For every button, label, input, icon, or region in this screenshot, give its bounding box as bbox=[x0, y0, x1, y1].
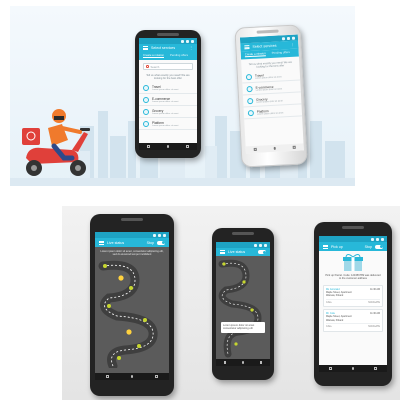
winding-road-map-small bbox=[218, 259, 262, 358]
gift-box-icon bbox=[343, 254, 363, 271]
menu-icon[interactable] bbox=[143, 46, 148, 50]
services-screen-2: Select services ⋮ Create a mission Pendi… bbox=[239, 34, 304, 154]
android-navbar bbox=[139, 143, 197, 150]
back-icon[interactable] bbox=[254, 148, 257, 151]
delivery-card[interactable]: Ms Gonzalez 11:30 AM Maple Street, Apartm… bbox=[323, 284, 383, 308]
navigate-button[interactable]: NAVIGATE bbox=[368, 301, 380, 304]
menu-icon[interactable] bbox=[323, 244, 328, 249]
category-platform[interactable]: Platform Lorem ipsum dolor sit amet bbox=[243, 104, 303, 120]
android-navbar bbox=[245, 143, 304, 154]
cart-icon bbox=[143, 96, 149, 103]
delivery-card[interactable]: Mr. Cole 11:30 AM Maple Street, Apartment… bbox=[323, 309, 383, 332]
android-navbar bbox=[95, 373, 169, 380]
phone-services-right: Select services ⋮ Create a mission Pendi… bbox=[234, 24, 308, 168]
app-title: Select services bbox=[151, 46, 176, 50]
bottom-banner: Live status Stop Lorem ipsum dolor sit a… bbox=[62, 206, 400, 400]
category-ecommerce[interactable]: E-commerce Lorem ipsum dolor sit amet bbox=[139, 94, 197, 107]
basket-icon bbox=[143, 108, 149, 115]
menu-icon[interactable] bbox=[244, 45, 250, 50]
category-grocery[interactable]: Grocery Lorem ipsum dolor sit amet bbox=[139, 106, 197, 119]
app-title: Live status bbox=[228, 250, 246, 254]
phone-track-large: Live status Stop Lorem ipsum dolor sit a… bbox=[90, 214, 174, 396]
basket-icon bbox=[247, 97, 254, 104]
home-icon[interactable] bbox=[166, 145, 170, 148]
recents-icon[interactable] bbox=[186, 145, 189, 148]
status-toggle[interactable] bbox=[157, 240, 165, 245]
delivery-screen: Pick up Stop Pick up Parcel. Code: 12345… bbox=[319, 236, 387, 372]
phone-delivery: Pick up Stop Pick up Parcel. Code: 12345… bbox=[314, 222, 392, 386]
dish-icon bbox=[143, 120, 149, 127]
back-icon[interactable] bbox=[147, 145, 150, 148]
more-icon[interactable]: ⋮ bbox=[291, 43, 295, 47]
tab-create-mission[interactable]: Create a mission bbox=[143, 53, 164, 58]
tab-pending-offers[interactable]: Pending offers bbox=[272, 50, 290, 56]
bike-icon bbox=[245, 73, 253, 80]
dish-icon bbox=[247, 109, 255, 116]
android-navbar bbox=[216, 359, 270, 366]
bike-icon bbox=[143, 84, 149, 91]
call-button[interactable]: CALL bbox=[326, 325, 332, 328]
more-icon[interactable]: ⋮ bbox=[189, 46, 193, 50]
back-icon[interactable] bbox=[329, 367, 332, 370]
recents-icon[interactable] bbox=[155, 375, 158, 378]
cart-icon bbox=[246, 85, 253, 92]
call-button[interactable]: CALL bbox=[326, 301, 332, 304]
app-title: Live status bbox=[107, 240, 125, 245]
services-prompt: Tell us what exactly you need! We are lo… bbox=[146, 74, 190, 81]
top-banner: Select services ⋮ Create a mission Pendi… bbox=[10, 6, 355, 186]
search-input[interactable]: Search bbox=[143, 63, 193, 70]
recents-icon[interactable] bbox=[292, 146, 296, 149]
delivery-message: Pick up Parcel. Code: 123456789 was deli… bbox=[325, 274, 381, 281]
track-screen-small: Live status Lorem ipsum dolor sit amet c… bbox=[216, 242, 270, 366]
home-icon[interactable] bbox=[130, 375, 134, 378]
recents-icon[interactable] bbox=[259, 361, 263, 364]
phone-services-left: Select services ⋮ Create a mission Pendi… bbox=[135, 30, 201, 158]
home-icon[interactable] bbox=[351, 367, 355, 370]
status-toggle[interactable] bbox=[258, 250, 266, 254]
phone-track-small: Live status Lorem ipsum dolor sit amet c… bbox=[212, 228, 274, 380]
app-title: Pick up bbox=[331, 244, 343, 249]
category-platform[interactable]: Platform Lorem ipsum dolor sit amet bbox=[139, 118, 197, 131]
app-title: Select services bbox=[252, 43, 277, 49]
mockup-stage: Select services ⋮ Create a mission Pendi… bbox=[0, 0, 400, 400]
menu-icon[interactable] bbox=[220, 250, 225, 254]
android-navbar bbox=[319, 365, 387, 372]
back-icon[interactable] bbox=[223, 361, 227, 364]
menu-icon[interactable] bbox=[99, 240, 104, 245]
home-icon[interactable] bbox=[241, 361, 245, 364]
track-tooltip: Lorem ipsum dolor sit amet consectetur a… bbox=[221, 322, 265, 333]
winding-road-map bbox=[98, 260, 158, 368]
tab-create-mission[interactable]: Create a mission bbox=[244, 51, 266, 58]
navigate-button[interactable]: NAVIGATE bbox=[368, 325, 380, 328]
category-travel[interactable]: Travel Lorem ipsum dolor sit amet bbox=[139, 82, 197, 95]
toggle-label: Stop bbox=[364, 244, 372, 249]
pin-icon bbox=[146, 65, 149, 68]
status-toggle[interactable] bbox=[375, 244, 383, 249]
scooter-rider-illustration bbox=[22, 109, 90, 176]
back-icon[interactable] bbox=[106, 375, 109, 378]
toggle-label: Stop bbox=[146, 240, 154, 245]
home-icon[interactable] bbox=[273, 147, 277, 150]
tab-pending-offers[interactable]: Pending offers bbox=[170, 53, 188, 58]
services-screen: Select services ⋮ Create a mission Pendi… bbox=[139, 38, 197, 150]
recents-icon[interactable] bbox=[374, 367, 377, 370]
track-screen: Live status Stop Lorem ipsum dolor sit a… bbox=[95, 232, 169, 380]
